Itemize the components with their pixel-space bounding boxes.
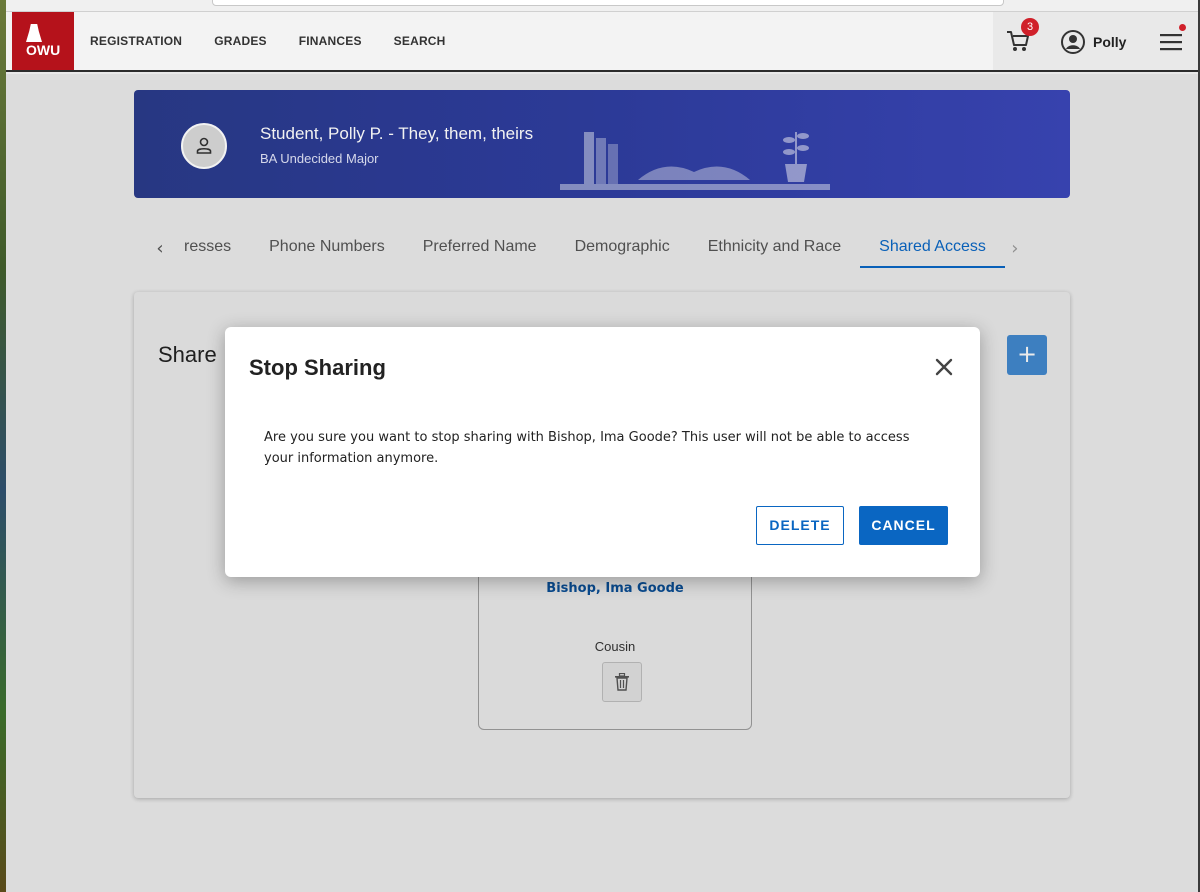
stop-sharing-dialog: Stop Sharing Are you sure you want to st… [225, 327, 980, 577]
user-menu[interactable]: Polly [1061, 30, 1126, 54]
university-logo[interactable]: OWU [12, 12, 74, 70]
dialog-title: Stop Sharing [249, 355, 386, 380]
logo-mascot-icon [26, 24, 42, 42]
dialog-message: Are you sure you want to stop sharing wi… [264, 430, 910, 466]
cancel-button[interactable]: CANCEL [859, 506, 948, 545]
cart-count-badge: 3 [1021, 18, 1039, 36]
nav-grades[interactable]: GRADES [214, 34, 267, 48]
address-bar[interactable] [212, 0, 1004, 6]
browser-chrome [6, 0, 1198, 12]
delete-button[interactable]: DELETE [756, 506, 844, 545]
nav-search[interactable]: SEARCH [394, 34, 446, 48]
hamburger-menu-icon[interactable] [1159, 30, 1183, 54]
nav-registration[interactable]: REGISTRATION [90, 34, 182, 48]
user-name: Polly [1093, 34, 1127, 50]
nav-finances[interactable]: FINANCES [299, 34, 362, 48]
header-actions: 3 Polly [993, 12, 1198, 70]
notification-dot [1179, 24, 1186, 31]
app-header: OWU REGISTRATION GRADES FINANCES SEARCH … [6, 12, 1198, 72]
main-nav: REGISTRATION GRADES FINANCES SEARCH [90, 12, 446, 70]
logo-text: OWU [26, 42, 61, 58]
close-icon[interactable] [930, 353, 958, 381]
user-circle-icon [1061, 30, 1085, 54]
